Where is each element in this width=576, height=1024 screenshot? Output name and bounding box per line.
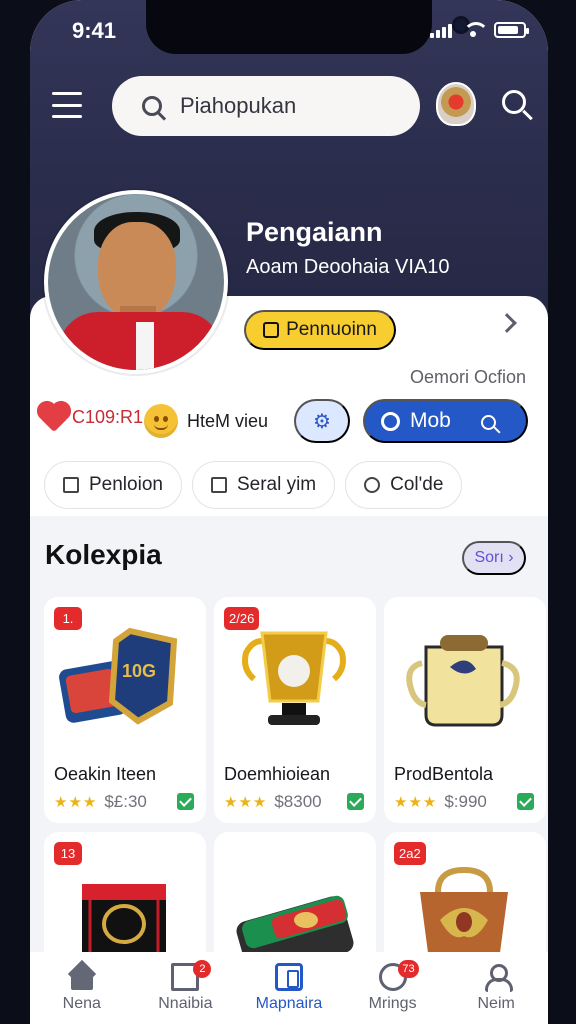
search-placeholder: Piahopukan	[180, 93, 297, 118]
rating-stars: ★★★	[54, 794, 98, 811]
notification-badge: 73	[398, 960, 419, 978]
mode-button[interactable]: Mob	[363, 399, 528, 443]
avatar[interactable]	[44, 190, 228, 374]
phone-device: 9:41 Piahopukan Pengaiann Aoam Deoohaia …	[0, 0, 576, 1024]
card-price: $:990	[444, 792, 487, 811]
nav-label: Nena	[62, 995, 101, 1012]
nav-home[interactable]: Nena	[42, 956, 122, 1020]
card-price: $£:30	[104, 792, 147, 811]
home-icon	[68, 963, 96, 991]
profile-name: Pengaiann	[246, 217, 383, 247]
rating-stars: ★★★	[224, 794, 268, 811]
status-time: 9:41	[72, 18, 117, 43]
phone-notch	[146, 0, 470, 54]
search-input[interactable]: Piahopukan	[112, 76, 420, 136]
profile-cta-button[interactable]: Pennuoinn	[244, 310, 396, 350]
nav-label: Mapnaira	[255, 995, 323, 1012]
heart-icon	[39, 403, 69, 432]
mug-cup-image	[406, 635, 520, 727]
mode-icon	[381, 411, 400, 431]
mode-label: Mob	[410, 409, 451, 432]
hamburger-icon	[52, 115, 82, 118]
nav-label: Neim	[477, 995, 515, 1012]
section-title: Kolexpia	[45, 539, 162, 570]
card-title: Oeakin Iteen	[54, 764, 157, 784]
battery-icon	[494, 22, 529, 38]
player-avatar-image	[48, 194, 224, 370]
card-rating: ★★★ $£:30	[54, 792, 147, 812]
nav-profile[interactable]: Neim	[456, 956, 536, 1020]
chip-penloion[interactable]: Penloion	[44, 461, 182, 509]
clock-icon	[364, 477, 381, 493]
collection-card[interactable]: ProdBentola ★★★ $:990	[384, 597, 546, 823]
chip-seral-yim[interactable]: Seral yim	[191, 461, 336, 509]
see-all-label: Sorı	[474, 549, 504, 566]
signal-icon	[430, 22, 452, 38]
profile-subtitle: Aoam Deoohaia VIA10	[246, 256, 450, 278]
card-icon	[263, 322, 280, 338]
lock-icon	[210, 477, 227, 493]
hamburger-icon	[52, 103, 82, 107]
verified-icon	[347, 793, 364, 810]
wifi-icon	[462, 22, 489, 38]
bottom-navigation: Nena 2 Nnaibia Mapnaira 73 Mrings Neim	[30, 952, 548, 1024]
collection-card[interactable]: 1. 10G Oeakin Iteen ★★★ $£:30	[44, 597, 206, 823]
card-rating: ★★★ $8300	[224, 792, 322, 812]
cta-label: Pennuoinn	[286, 319, 377, 340]
svg-text:10G: 10G	[122, 661, 156, 681]
see-all-button[interactable]: Sorı ›	[462, 541, 526, 575]
stat-value: C109:R1	[72, 407, 144, 427]
avatar-stripe	[136, 322, 154, 370]
notification-badge: 2	[193, 960, 212, 978]
security-note: Oemori Ocfion	[409, 367, 526, 387]
status-icons	[430, 22, 529, 38]
nav-messages[interactable]: 73 Mrings	[353, 956, 433, 1020]
collection-icon	[274, 963, 303, 991]
user-icon	[482, 963, 514, 992]
filter-button[interactable]: ⚙	[294, 399, 350, 443]
header-search-button[interactable]	[502, 90, 526, 114]
rating-stars: ★★★	[394, 794, 438, 811]
chip-label: Seral yim	[236, 474, 317, 495]
badge-patches-image: 10G	[59, 627, 178, 725]
card-rating: ★★★ $:990	[394, 792, 487, 812]
verified-icon	[177, 793, 194, 810]
card-title: Doemhioiean	[224, 764, 331, 784]
trophy-cup-image	[242, 631, 346, 725]
quick-actions: Penloion Seral yim Col'de	[44, 461, 463, 509]
nav-collection[interactable]: Mapnaira	[249, 956, 329, 1020]
nav-label: Nnaibia	[158, 995, 213, 1012]
smile-icon	[144, 404, 178, 438]
search-icon	[481, 415, 496, 430]
team-crest-icon[interactable]	[436, 82, 476, 126]
collection-card[interactable]: 2/26 Doemhioiean ★★★ $8300	[214, 597, 376, 823]
search-icon	[142, 96, 162, 116]
verified-icon	[517, 793, 534, 810]
menu-button[interactable]	[52, 92, 84, 118]
stat-metric: C109:R1	[39, 403, 144, 432]
nav-list[interactable]: 2 Nnaibia	[145, 956, 225, 1020]
calendar-icon	[63, 477, 79, 493]
app-screen: 9:41 Piahopukan Pengaiann Aoam Deoohaia …	[30, 0, 548, 1024]
card-title: ProdBentola	[394, 764, 494, 784]
chip-label: Col'de	[390, 474, 444, 495]
nav-label: Mrings	[368, 995, 417, 1012]
card-price: $8300	[274, 792, 322, 811]
stat-label: HteM vieu	[187, 411, 269, 431]
chip-label: Penloion	[89, 474, 163, 495]
chip-colde[interactable]: Col'de	[345, 461, 463, 509]
hamburger-icon	[52, 92, 82, 95]
